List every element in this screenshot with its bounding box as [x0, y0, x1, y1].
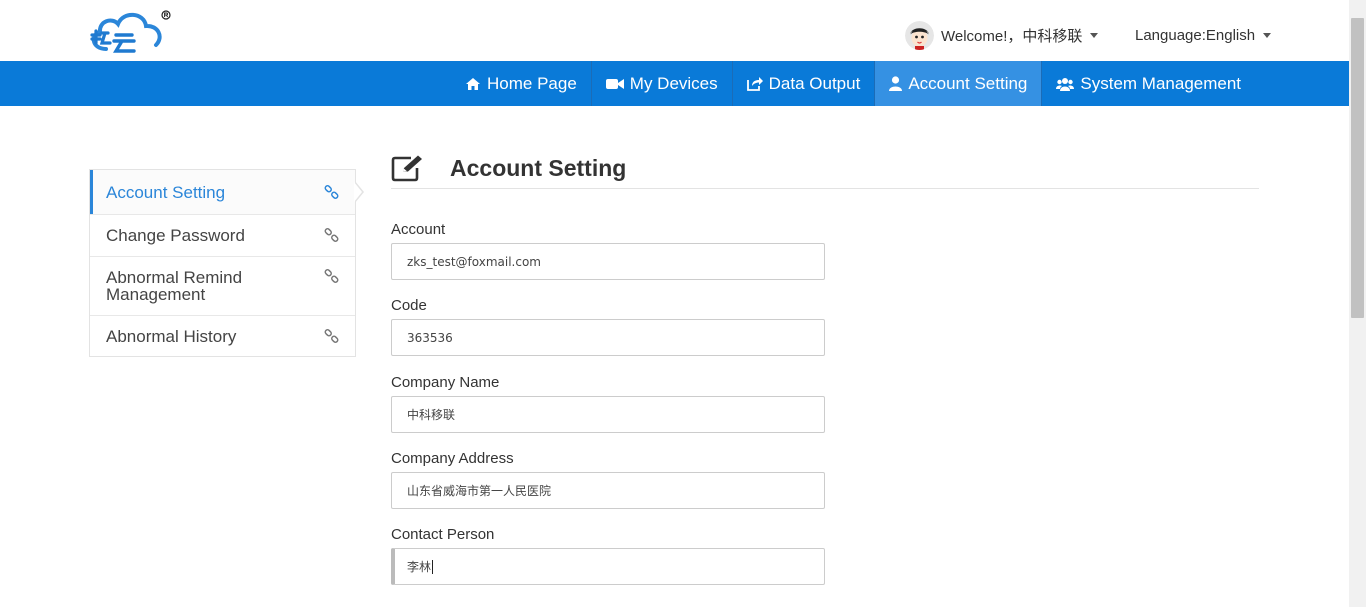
- link-icon: [324, 228, 339, 242]
- link-icon: [324, 328, 339, 343]
- sidebar-active-pointer: [354, 181, 364, 203]
- edit-icon: [391, 155, 422, 182]
- company-name-input[interactable]: 中科移联: [391, 396, 825, 433]
- code-input[interactable]: 363536: [391, 319, 825, 356]
- users-icon: [1056, 77, 1075, 91]
- nav-home-page[interactable]: Home Page: [451, 61, 592, 106]
- text-cursor: [432, 559, 434, 574]
- chevron-down-icon: [1090, 32, 1099, 38]
- chevron-down-icon: [1263, 32, 1272, 38]
- link-icon: [324, 269, 339, 283]
- sidebar-item-label: Change Password: [106, 226, 245, 245]
- user-greeting: Welcome!，中科移联: [941, 27, 1083, 45]
- nav-label: Account Setting: [908, 73, 1028, 93]
- sidebar-menu: Account Setting Change Password Abnormal…: [89, 169, 356, 357]
- nav-label: Data Output: [768, 73, 861, 93]
- user-icon: [889, 76, 903, 91]
- field-contact-person: Contact Person 李林: [391, 526, 1259, 585]
- share-icon: [746, 77, 763, 91]
- sidebar-item-label: Account Setting: [106, 182, 226, 202]
- main-navbar: Home Page My Devices Data Output Account…: [0, 61, 1349, 106]
- field-label: Company Name: [391, 374, 500, 391]
- field-label: Code: [391, 297, 427, 314]
- home-icon: [466, 77, 480, 90]
- contact-person-input[interactable]: 李林: [391, 548, 825, 585]
- link-icon: [324, 184, 339, 199]
- nav-label: My Devices: [629, 73, 718, 93]
- nav-system-management[interactable]: System Management: [1042, 61, 1255, 106]
- contact-person-value: 李林: [407, 560, 432, 574]
- nav-data-output[interactable]: Data Output: [733, 61, 876, 106]
- company-address-input[interactable]: 山东省威海市第一人民医院: [391, 472, 825, 509]
- sidebar-item-abnormal-remind[interactable]: Abnormal Remind Management: [90, 256, 355, 315]
- account-input[interactable]: zks_test@foxmail.com: [391, 243, 825, 280]
- field-account: Account zks_test@foxmail.com: [391, 221, 1259, 280]
- brand-logo[interactable]: [86, 9, 172, 55]
- nav-my-devices[interactable]: My Devices: [592, 61, 733, 106]
- page-header: Account Setting: [391, 150, 1259, 189]
- field-company-address: Company Address 山东省威海市第一人民医院: [391, 450, 1259, 509]
- page-title: Account Setting: [450, 154, 627, 181]
- nav-label: System Management: [1080, 73, 1242, 93]
- sidebar-item-label: Abnormal Remind Management: [106, 268, 243, 304]
- sidebar-item-label: Abnormal History: [106, 326, 237, 346]
- main-content: Account Setting Account zks_test@foxmail…: [391, 150, 1259, 585]
- nav-account-setting[interactable]: Account Setting: [875, 61, 1043, 106]
- sidebar-item-abnormal-history[interactable]: Abnormal History: [90, 315, 355, 356]
- sidebar-item-change-password[interactable]: Change Password: [90, 214, 355, 256]
- vertical-scrollbar[interactable]: [1349, 0, 1366, 607]
- sidebar-item-account-setting[interactable]: Account Setting: [90, 170, 355, 214]
- field-company-name: Company Name 中科移联: [391, 374, 1259, 433]
- video-camera-icon: [605, 78, 624, 89]
- scrollbar-thumb[interactable]: [1351, 18, 1364, 318]
- user-avatar: [905, 20, 934, 50]
- top-header: Welcome!，中科移联 Language:English: [0, 0, 1349, 61]
- nav-label: Home Page: [487, 73, 577, 93]
- field-code: Code 363536: [391, 297, 1259, 356]
- field-label: Company Address: [391, 450, 514, 467]
- language-label: Language:English: [1135, 26, 1256, 44]
- field-label: Account: [391, 221, 446, 238]
- user-menu[interactable]: Welcome!，中科移联: [905, 20, 1099, 50]
- language-selector[interactable]: Language:English: [1135, 20, 1272, 50]
- field-label: Contact Person: [391, 526, 495, 543]
